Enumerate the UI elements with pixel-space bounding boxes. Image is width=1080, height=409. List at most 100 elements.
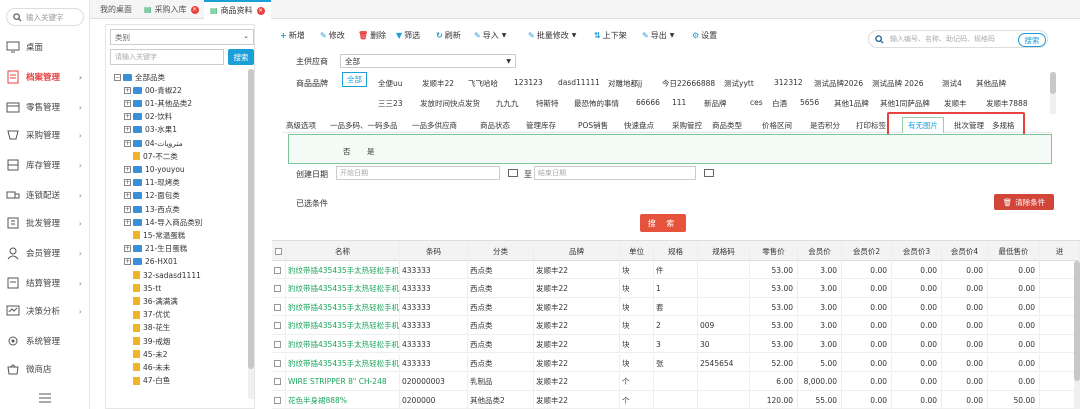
scrollbar-thumb[interactable]	[1074, 261, 1080, 381]
tree-search-input[interactable]: 请输入关键字	[110, 49, 224, 65]
product-name-link[interactable]: 豹纹带插435435手太热轻松手机	[286, 335, 400, 354]
tree-search-button[interactable]: 搜索	[228, 49, 254, 65]
product-name-link[interactable]: WIRE STRIPPER 8" CH-248	[286, 372, 400, 391]
product-search-button[interactable]: 搜索	[1018, 33, 1046, 47]
product-name-link[interactable]: 豹纹带插435435手太热轻松手机	[286, 354, 400, 372]
tree-node[interactable]: +10-youyou	[124, 163, 185, 175]
brand-option[interactable]: 发放时间快点发货	[420, 98, 480, 109]
tree-node[interactable]: 36-满满满	[124, 295, 178, 307]
brand-option[interactable]: 发顺丰7888	[986, 98, 1028, 109]
table-row[interactable]: 豹纹带插435435手太热轻松手机 433333 西点类 发顺丰22 块件 53.00 3.…	[272, 261, 1080, 279]
table-row[interactable]: 豹纹带插435435手太热轻松手机 433333 西点类 发顺丰22 块 3 30 53.00…	[272, 335, 1080, 354]
tree-node[interactable]: +11-现烤类	[124, 177, 180, 189]
brand-option[interactable]: dasd11111	[558, 78, 600, 87]
adv-tab[interactable]: 商品类型	[712, 120, 742, 131]
table-scrollbar[interactable]	[1074, 261, 1080, 409]
column-header[interactable]: 会员价3	[892, 241, 942, 261]
brand-option[interactable]: 发顺丰	[944, 98, 967, 109]
calendar-icon[interactable]	[508, 169, 518, 177]
expand-toggle-icon[interactable]: +	[124, 99, 131, 107]
select-all-checkbox[interactable]	[275, 247, 282, 255]
adv-tab[interactable]: 采购管控	[672, 120, 702, 131]
nav-search-input[interactable]: 输入关键字	[6, 8, 84, 26]
expand-toggle-icon[interactable]: +	[124, 165, 131, 173]
row-checkbox[interactable]	[274, 303, 281, 311]
calendar-icon[interactable]	[704, 169, 714, 177]
tab-my-desktop[interactable]: 我的桌面	[94, 0, 138, 19]
close-icon[interactable]: ×	[190, 5, 199, 14]
brand-option[interactable]: 其他1同萨品牌	[880, 98, 930, 109]
column-header[interactable]: 规格码	[698, 241, 750, 261]
product-name-link[interactable]: 豹纹带插435435手太热轻松手机	[286, 261, 400, 279]
table-row[interactable]: 豹纹带插435435手太热轻松手机 433333 西点类 发顺丰22 块 2 009 53.0…	[272, 316, 1080, 335]
adv-tab[interactable]: 价格区间	[762, 120, 792, 131]
brand-option[interactable]: 最恐怖的事情	[574, 98, 619, 109]
image-option-yes[interactable]: 是	[367, 146, 375, 157]
brand-option[interactable]: 飞飞哈哈	[468, 78, 498, 89]
tree-node[interactable]: +00-青椒22	[124, 84, 182, 96]
tree-node[interactable]: 07-不二类	[124, 150, 178, 162]
adv-tab[interactable]: 管理库存	[526, 120, 556, 131]
nav-item-10[interactable]: 系统管理	[0, 330, 90, 352]
tree-node[interactable]: +26-HX01	[124, 256, 178, 268]
tree-node[interactable]: 32-sadasd1111	[124, 269, 201, 281]
tree-node[interactable]: +02-饮料	[124, 111, 172, 123]
tree-node[interactable]: +13-西点类	[124, 203, 180, 215]
product-name-link[interactable]: 豹纹带插435435手太热轻松手机	[286, 279, 400, 298]
brand-option[interactable]: 其他1品牌	[834, 98, 869, 109]
brand-option[interactable]: 111	[672, 98, 686, 107]
tree-node[interactable]: +21-生日蛋糕	[124, 243, 187, 255]
brand-option[interactable]: 全便uu	[378, 78, 403, 89]
column-header[interactable]: 品牌	[534, 241, 620, 261]
row-checkbox[interactable]	[274, 322, 281, 330]
expand-toggle-icon[interactable]: +	[124, 86, 131, 94]
row-checkbox[interactable]	[274, 359, 281, 367]
expand-toggle-icon[interactable]: +	[124, 205, 131, 213]
brand-option[interactable]: 123123	[514, 78, 543, 87]
nav-item-6[interactable]: 批发管理 ›	[0, 212, 90, 234]
nav-item-11[interactable]: 微商店	[0, 358, 90, 380]
new-button[interactable]: + 新增	[280, 30, 305, 41]
start-date-input[interactable]: 开始日期	[336, 166, 500, 180]
brand-option[interactable]: 全部	[342, 72, 367, 87]
expand-toggle-icon[interactable]: +	[124, 245, 131, 253]
brand-option[interactable]: 测试4	[942, 78, 962, 89]
row-checkbox[interactable]	[274, 378, 281, 386]
adv-tab[interactable]: 一品多供应商	[412, 120, 457, 131]
brand-option[interactable]: 三三23	[378, 98, 403, 109]
expand-toggle-icon[interactable]: −	[114, 73, 121, 81]
adv-tab[interactable]: 高级选项	[286, 120, 316, 131]
column-header[interactable]: 条码	[400, 241, 468, 261]
nav-item-3[interactable]: 采购管理 ›	[0, 124, 90, 146]
brand-option[interactable]: 对雕地都jj	[608, 78, 642, 89]
supplier-select[interactable]: 全部 ▼	[340, 54, 516, 68]
brand-option[interactable]: 新品牌	[704, 98, 727, 109]
close-icon[interactable]: ×	[256, 6, 265, 15]
tree-node[interactable]: +12-面包类	[124, 190, 180, 202]
adv-tab[interactable]: 一品多码、一码多品	[330, 120, 398, 131]
brand-option[interactable]: 312312	[774, 78, 803, 87]
expand-toggle-icon[interactable]: +	[124, 126, 131, 134]
tab-purchase-inbound[interactable]: ▤ 采购入库 ×	[138, 0, 205, 19]
brand-scrollbar[interactable]	[1050, 72, 1056, 114]
nav-item-1[interactable]: 档案管理 ›	[0, 66, 90, 88]
column-header[interactable]: 分类	[468, 241, 534, 261]
nav-item-8[interactable]: 结算管理 ›	[0, 272, 90, 294]
menu-toggle-icon[interactable]	[0, 387, 90, 409]
nav-item-2[interactable]: 零售管理 ›	[0, 96, 90, 118]
expand-toggle-icon[interactable]: +	[124, 179, 131, 187]
row-checkbox[interactable]	[274, 285, 281, 293]
brand-option[interactable]: 测试yytt	[724, 78, 754, 89]
column-header[interactable]: 最低售价	[988, 241, 1040, 261]
batch-edit-button[interactable]: ✎ 批量修改 ▼	[528, 30, 576, 41]
brand-option[interactable]: 九九九	[496, 98, 519, 109]
column-header[interactable]: 进	[1040, 241, 1080, 261]
import-button[interactable]: ✎ 导入 ▼	[474, 30, 506, 41]
brand-option[interactable]: 66666	[636, 98, 660, 107]
brand-option[interactable]: 特斯特	[536, 98, 559, 109]
product-name-link[interactable]: 花色半身裙888%	[286, 391, 400, 409]
image-option-no[interactable]: 否	[343, 146, 351, 157]
column-header[interactable]: 规格	[654, 241, 698, 261]
tree-node[interactable]: +01-其他品类2	[124, 97, 192, 109]
scrollbar-thumb[interactable]	[248, 69, 254, 369]
